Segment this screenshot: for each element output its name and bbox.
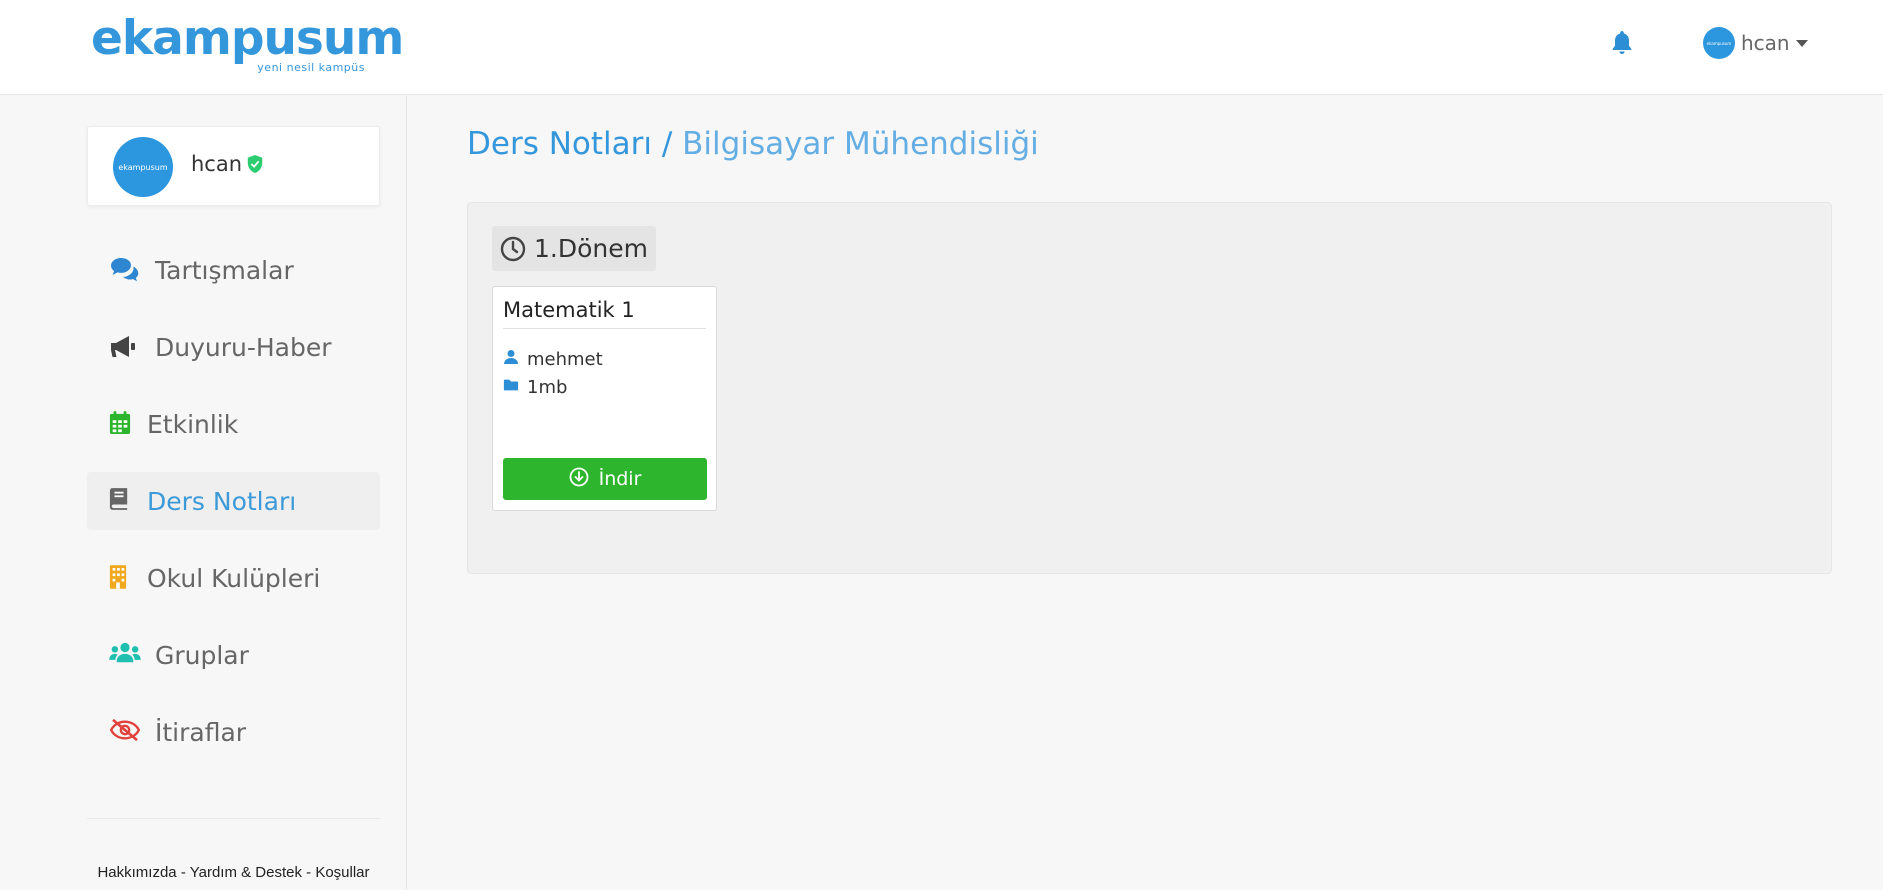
sidebar-item-label: Okul Kulüpleri	[147, 564, 321, 593]
eye-slash-icon	[109, 718, 141, 746]
sidebar-item-okul-kulupleri[interactable]: Okul Kulüpleri	[87, 549, 380, 607]
user-menu-dropdown[interactable]: ekampusum hcan	[1703, 26, 1808, 60]
about-link[interactable]: Hakkımızda	[97, 864, 176, 881]
profile-card[interactable]: ekampusum hcan	[87, 126, 380, 206]
breadcrumb-separator: /	[661, 126, 673, 162]
clock-icon	[500, 236, 526, 262]
sidebar-item-label: Ders Notları	[147, 487, 297, 516]
sidebar-item-itiraflar[interactable]: İtiraflar	[87, 703, 380, 761]
ekampusum-logo[interactable]: ekampusum yeni nesil kampüs	[91, 11, 404, 76]
sidebar-item-label: Tartışmalar	[155, 256, 294, 285]
sidebar-item-ders-notlari[interactable]: Ders Notları	[87, 472, 380, 530]
notification-bell-icon[interactable]	[1610, 30, 1638, 60]
footer-separator: -	[176, 864, 190, 881]
logo-tagline: yeni nesil kampüs	[257, 61, 365, 74]
top-navbar: ekampusum yeni nesil kampüs ekampusum hc…	[0, 0, 1883, 95]
sidebar-item-tartismalar[interactable]: Tartışmalar	[87, 241, 380, 299]
user-menu-name: hcan	[1741, 31, 1790, 55]
note-size: 1mb	[527, 377, 568, 398]
megaphone-icon	[109, 333, 137, 361]
note-title: Matematik 1	[503, 295, 706, 329]
sidebar-item-label: İtiraflar	[155, 718, 247, 747]
verified-shield-icon	[246, 154, 264, 174]
sidebar-nav: Tartışmalar Duyuru-Haber Etkinlik Ders N…	[87, 241, 380, 780]
sidebar-item-etkinlik[interactable]: Etkinlik	[87, 395, 380, 453]
folder-icon	[503, 377, 527, 398]
caret-down-icon	[1795, 39, 1808, 47]
breadcrumb-root-link[interactable]: Ders Notları	[467, 126, 652, 162]
note-author: mehmet	[527, 349, 603, 370]
note-author-row: mehmet	[503, 349, 603, 370]
sidebar-item-label: Gruplar	[155, 641, 249, 670]
help-link[interactable]: Yardım & Destek	[190, 864, 302, 881]
download-label: İndir	[598, 468, 642, 490]
notes-panel: 1.Dönem Matematik 1 mehmet 1mb İndir	[467, 202, 1832, 574]
profile-name: hcan	[191, 152, 243, 176]
download-button[interactable]: İndir	[503, 458, 707, 500]
comments-icon	[109, 256, 139, 284]
sidebar-item-label: Etkinlik	[147, 410, 239, 439]
download-circle-icon	[569, 467, 599, 492]
term-header: 1.Dönem	[492, 226, 656, 271]
note-card: Matematik 1 mehmet 1mb İndir	[492, 286, 717, 511]
sidebar-item-gruplar[interactable]: Gruplar	[87, 626, 380, 684]
breadcrumb: Ders Notları / Bilgisayar Mühendisliği	[467, 124, 1039, 164]
building-icon	[109, 564, 137, 592]
book-icon	[109, 487, 137, 515]
breadcrumb-current: Bilgisayar Mühendisliği	[682, 126, 1039, 162]
note-size-row: 1mb	[503, 377, 567, 398]
terms-link[interactable]: Koşullar	[315, 864, 369, 881]
profile-avatar: ekampusum	[113, 137, 173, 197]
sidebar-item-label: Duyuru-Haber	[155, 333, 332, 362]
logo-text: ekampusum	[91, 11, 404, 66]
users-icon	[109, 641, 141, 669]
sidebar-divider	[87, 818, 380, 819]
footer-links: Hakkımızda - Yardım & Destek - Koşullar	[87, 864, 380, 881]
avatar: ekampusum	[1703, 27, 1735, 59]
sidebar-item-duyuru-haber[interactable]: Duyuru-Haber	[87, 318, 380, 376]
sidebar: ekampusum hcan Tartışmalar Duyuru-Haber …	[0, 96, 407, 890]
user-icon	[503, 349, 527, 370]
calendar-icon	[109, 410, 137, 438]
footer-separator: -	[301, 864, 316, 881]
term-label: 1.Dönem	[534, 234, 648, 263]
